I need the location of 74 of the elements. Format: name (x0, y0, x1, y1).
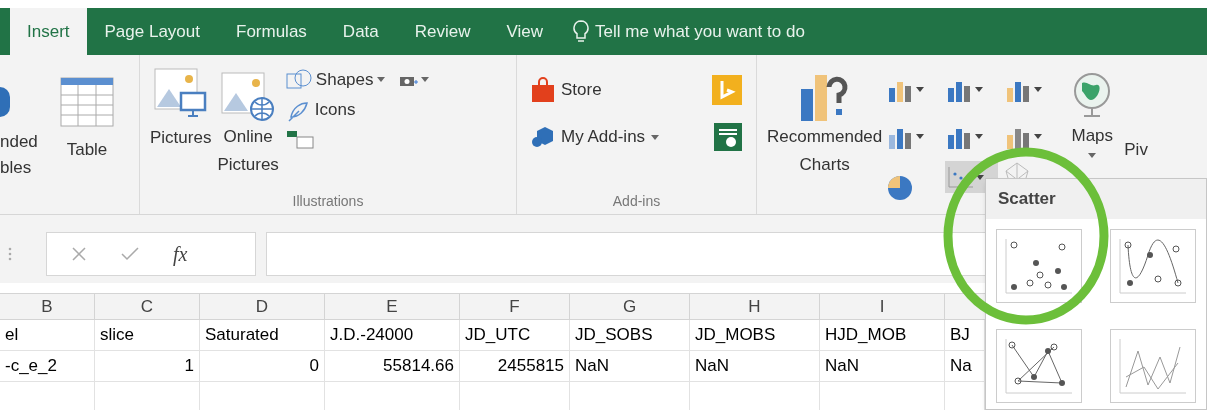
table-cell: slice (95, 320, 200, 350)
caret-icon (1033, 134, 1042, 139)
shopping-bag-icon (531, 77, 555, 103)
table-cell: NaN (820, 351, 945, 381)
caret-icon (651, 134, 660, 140)
column-header[interactable]: F (460, 294, 570, 319)
table-cell: JD_SOBS (570, 320, 690, 350)
table-icon (60, 77, 114, 127)
ribbon-tab[interactable]: View (488, 8, 562, 55)
group-label: Illustrations (291, 192, 365, 211)
table-cell: el (0, 320, 95, 350)
ribbon-tab[interactable]: Formulas (218, 8, 325, 55)
table-cell: 2455815 (460, 351, 570, 381)
table-cell: -c_e_2 (0, 351, 95, 381)
table-cell: JD_MOBS (690, 320, 820, 350)
group-label: Add-ins (611, 192, 662, 211)
ribbon-tab[interactable]: Review (396, 8, 489, 55)
table-cell: Saturated (200, 320, 325, 350)
column-header[interactable]: I (820, 294, 945, 319)
column-header[interactable]: B (0, 294, 95, 319)
caret-icon (916, 87, 925, 92)
online-picture-icon (220, 71, 277, 123)
store-button[interactable]: Store (531, 77, 602, 103)
table-cell: JD_UTC (460, 320, 570, 350)
pictures-button[interactable]: Pictures (150, 67, 212, 179)
caret-icon (916, 134, 925, 139)
table-cell: NaN (570, 351, 690, 381)
caret-icon (975, 174, 984, 180)
picture-icon (152, 67, 209, 119)
add-in-icon (531, 125, 555, 149)
ribbon-tab[interactable]: Insert (10, 8, 87, 55)
caret-icon (974, 87, 983, 92)
caret-icon (376, 77, 385, 83)
scatter-chart-option[interactable] (1110, 229, 1196, 303)
scatter-plot-icon (1118, 337, 1188, 395)
ribbon-button[interactable]: Piv (1124, 137, 1148, 163)
table-cell: 1 (95, 351, 200, 381)
shapes-button[interactable]: Shapes (284, 67, 385, 93)
column-header[interactable]: C (95, 294, 200, 319)
scatter-plot-icon (1004, 237, 1074, 295)
table-cell: 0 (200, 351, 325, 381)
online-pictures-button[interactable]: Online Pictures (217, 67, 279, 179)
table-cell: J.D.-24000 (325, 320, 460, 350)
lightbulb-icon (573, 19, 590, 44)
ribbon-tab[interactable]: Data (324, 8, 397, 55)
shapes-icon (284, 67, 313, 92)
column-header[interactable]: D (200, 294, 325, 319)
icons-button[interactable]: Icons (284, 96, 429, 123)
caret-icon (1088, 152, 1097, 158)
insert-function-button[interactable]: fx (173, 239, 188, 269)
grip-icon (8, 247, 12, 261)
column-header[interactable]: E (325, 294, 460, 319)
my-add-ins-button[interactable]: My Add-ins (531, 124, 660, 150)
table-cell: 55814.66 (325, 351, 460, 381)
scatter-icon (947, 166, 974, 188)
ribbon-button[interactable]: nded bles (0, 129, 60, 181)
caret-icon (974, 134, 983, 139)
check-icon[interactable] (121, 247, 139, 261)
scatter-plot-icon (1118, 237, 1188, 295)
recommended-charts-button[interactable]: Recommended Charts (767, 71, 883, 179)
caret-icon (1033, 87, 1042, 92)
close-icon[interactable] (71, 246, 87, 262)
table-button[interactable]: Table (60, 55, 114, 163)
scatter-chart-option[interactable] (996, 229, 1082, 303)
ribbon-tab[interactable]: Page Layout (86, 8, 218, 55)
scatter-chart-option[interactable] (996, 329, 1082, 403)
table-cell: HJD_MOB (820, 320, 945, 350)
tell-me-field[interactable]: Tell me what you want to do (569, 8, 809, 55)
caret-icon (420, 77, 429, 83)
column-header[interactable]: H (690, 294, 820, 319)
scatter-plot-icon (1004, 337, 1074, 395)
column-header[interactable]: G (570, 294, 690, 319)
menu-heading: Scatter (998, 188, 1056, 211)
table-cell: NaN (690, 351, 820, 381)
